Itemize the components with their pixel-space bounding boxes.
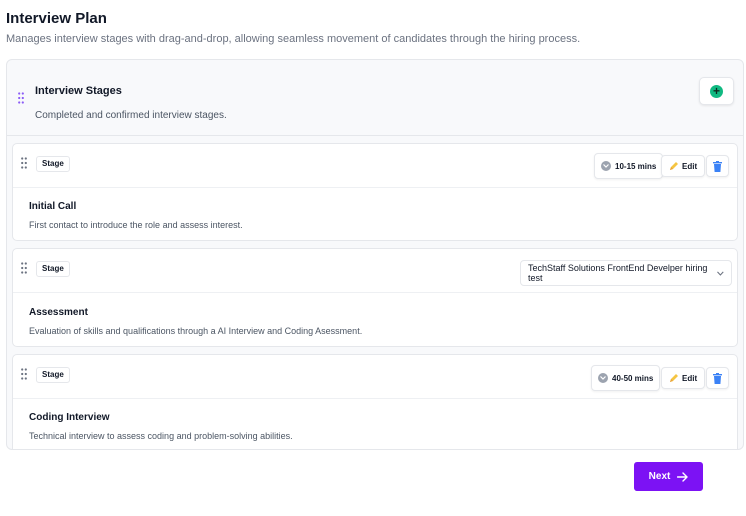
- select-value: TechStaff Solutions FrontEnd Develper hi…: [528, 263, 708, 283]
- edit-button[interactable]: Edit: [661, 155, 706, 177]
- panel-header: Interview Stages Completed and confirmed…: [7, 60, 743, 136]
- duration-chip[interactable]: 40-50 mins: [591, 365, 661, 391]
- plus-circle-icon: +: [710, 84, 723, 98]
- add-stage-button[interactable]: +: [699, 77, 734, 105]
- stage-name: Initial Call: [29, 201, 77, 212]
- delete-button[interactable]: [706, 155, 729, 177]
- edit-button[interactable]: Edit: [661, 367, 706, 389]
- drag-handle-icon[interactable]: [18, 92, 24, 104]
- stage-tag: Stage: [36, 156, 70, 172]
- stage-card-assessment[interactable]: Stage TechStaff Solutions FrontEnd Devel…: [12, 248, 738, 347]
- stage-card-header: Stage 40-50 mins Edit: [13, 355, 737, 399]
- stage-name: Coding Interview: [29, 412, 110, 423]
- assessment-test-select[interactable]: TechStaff Solutions FrontEnd Develper hi…: [520, 260, 732, 286]
- stage-card-coding-interview[interactable]: Stage 40-50 mins Edit Coding Interview T…: [12, 354, 738, 449]
- arrow-right-icon: [677, 471, 689, 482]
- stage-name: Assessment: [29, 307, 88, 318]
- drag-handle-icon[interactable]: [21, 157, 27, 169]
- stage-tag: Stage: [36, 261, 70, 277]
- duration-label: 40-50 mins: [612, 373, 654, 383]
- duration-chip[interactable]: 10-15 mins: [594, 153, 664, 179]
- stage-card-initial-call[interactable]: Stage 10-15 mins Edit Initial Call First…: [12, 143, 738, 241]
- pencil-icon: [670, 374, 678, 382]
- chevron-down-icon: [717, 270, 724, 276]
- panel-title: Interview Stages: [35, 85, 122, 97]
- edit-label: Edit: [682, 373, 698, 383]
- panel-description: Completed and confirmed interview stages…: [35, 110, 227, 121]
- chevron-down-icon: [598, 373, 608, 383]
- trash-icon: [713, 372, 722, 384]
- trash-icon: [713, 160, 722, 172]
- pencil-icon: [670, 162, 678, 170]
- stage-description: First contact to introduce the role and …: [29, 220, 243, 230]
- interview-stages-panel: Interview Stages Completed and confirmed…: [6, 59, 744, 450]
- edit-label: Edit: [682, 161, 698, 171]
- stage-description: Technical interview to assess coding and…: [29, 431, 293, 441]
- delete-button[interactable]: [706, 367, 729, 389]
- drag-handle-icon[interactable]: [21, 368, 27, 380]
- stage-card-header: Stage TechStaff Solutions FrontEnd Devel…: [13, 249, 737, 293]
- duration-label: 10-15 mins: [615, 161, 657, 171]
- page-title: Interview Plan: [6, 10, 107, 27]
- chevron-down-icon: [601, 161, 611, 171]
- stage-description: Evaluation of skills and qualifications …: [29, 326, 363, 336]
- next-button[interactable]: Next: [634, 462, 703, 491]
- stage-tag: Stage: [36, 367, 70, 383]
- next-label: Next: [648, 471, 671, 482]
- stage-card-header: Stage 10-15 mins Edit: [13, 144, 737, 188]
- drag-handle-icon[interactable]: [21, 262, 27, 274]
- page-subtitle: Manages interview stages with drag-and-d…: [6, 33, 581, 45]
